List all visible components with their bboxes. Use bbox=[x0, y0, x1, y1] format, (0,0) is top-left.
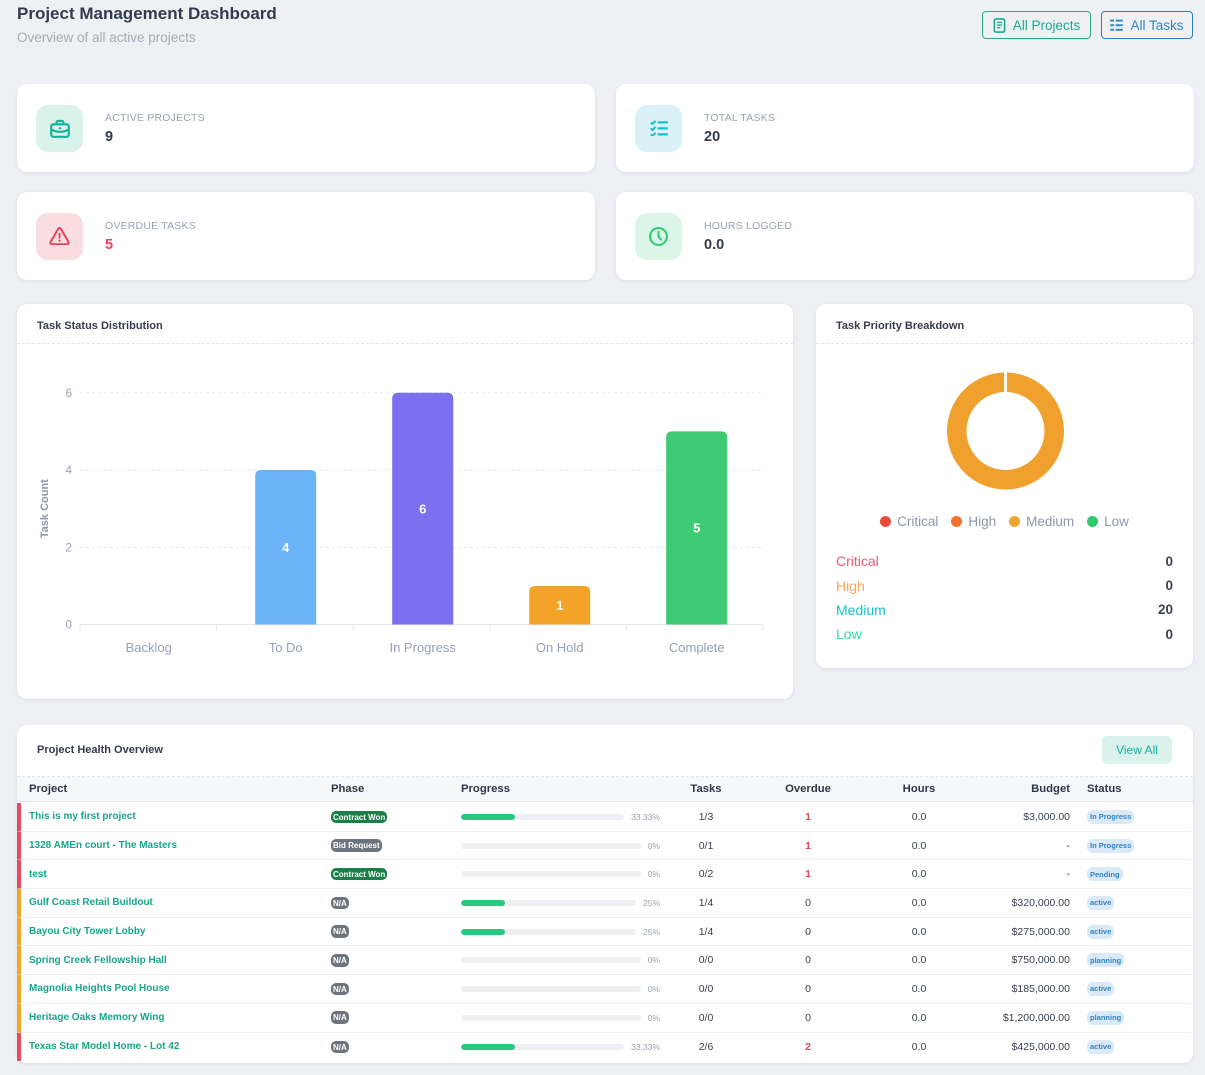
svg-text:Task Count: Task Count bbox=[39, 479, 51, 538]
svg-text:Complete: Complete bbox=[669, 640, 725, 655]
svg-text:6: 6 bbox=[419, 501, 426, 516]
svg-text:4: 4 bbox=[282, 540, 290, 555]
svg-text:0: 0 bbox=[65, 618, 72, 632]
svg-text:In Progress: In Progress bbox=[389, 640, 456, 655]
svg-text:Backlog: Backlog bbox=[126, 640, 172, 655]
svg-text:1: 1 bbox=[556, 598, 563, 613]
svg-text:On Hold: On Hold bbox=[536, 640, 584, 655]
svg-text:5: 5 bbox=[693, 521, 700, 536]
svg-text:2: 2 bbox=[65, 540, 72, 554]
svg-text:To Do: To Do bbox=[269, 640, 303, 655]
svg-text:6: 6 bbox=[65, 386, 72, 400]
svg-text:4: 4 bbox=[65, 463, 72, 477]
